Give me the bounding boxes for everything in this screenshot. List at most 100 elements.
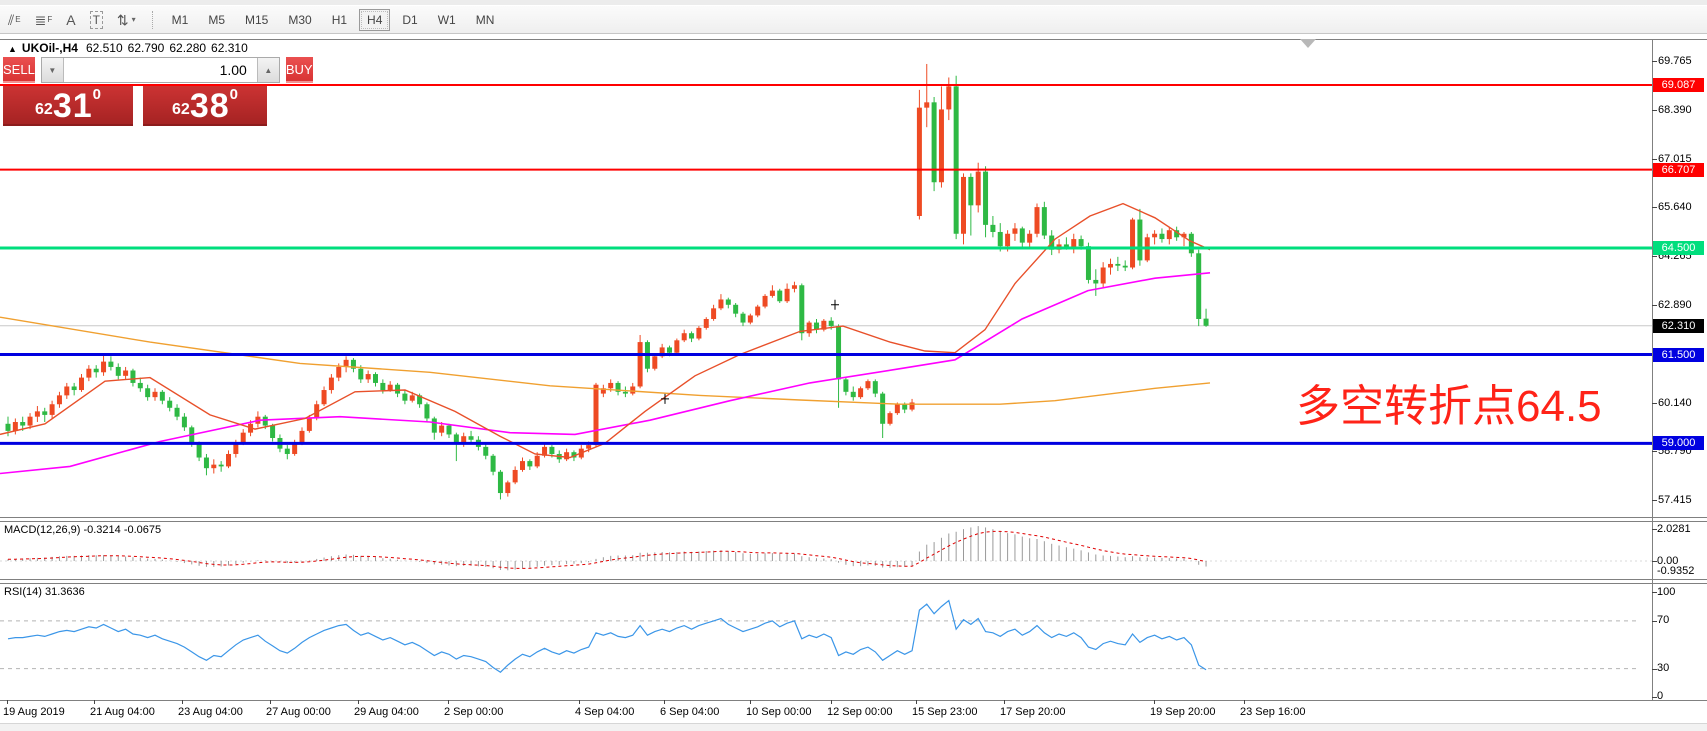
candle [123,371,128,376]
volume-decrease-button[interactable]: ▼ [42,58,64,82]
candle [880,394,885,424]
time-axis-label[interactable]: 23 Aug 04:00 [178,706,243,718]
time-axis-label[interactable]: 2 Sep 00:00 [444,706,503,718]
candle [946,86,951,109]
timeframe-M15[interactable]: M15 [237,9,276,31]
candle [424,404,429,418]
main-chart-bottom-border[interactable] [0,517,1707,518]
rsi-label: RSI(14) 31.3636 [4,586,85,598]
timeframe-H1[interactable]: H1 [324,9,355,31]
candle [696,328,701,339]
candle [792,285,797,289]
time-axis-label[interactable]: 6 Sep 04:00 [660,706,719,718]
chart-shift-marker-icon[interactable] [1300,39,1316,48]
timeframe-M5[interactable]: M5 [200,9,233,31]
candle [219,465,224,467]
candle [1012,228,1017,233]
ohlc-open: 62.510 [86,41,123,55]
candle [858,388,863,397]
candle [755,307,760,316]
candle [336,367,341,378]
rsi-axis-label: 100 [1657,586,1675,598]
time-axis-label[interactable]: 10 Sep 00:00 [746,706,811,718]
time-tickmark [831,700,832,704]
time-axis-label[interactable]: 21 Aug 04:00 [90,706,155,718]
time-axis-label[interactable]: 17 Sep 20:00 [1000,706,1065,718]
buy-price-sup: 0 [230,86,238,104]
time-axis-label[interactable]: 29 Aug 04:00 [354,706,419,718]
candle [829,321,834,326]
volume-input[interactable] [64,58,257,82]
time-axis-label[interactable]: 19 Sep 20:00 [1150,706,1215,718]
sell-price-big: 31 [53,89,93,123]
candle [1167,230,1172,239]
candle [608,383,613,388]
candle [130,371,135,383]
candle [873,381,878,393]
candle [79,378,84,390]
volume-spinner: ▼ ▲ [41,57,280,83]
sell-price-tile[interactable]: 62310 [3,86,133,126]
ohlc-low: 62.280 [169,41,206,55]
drawing-tools-group: ⫽E ≣F AT ⇅▾ [0,11,150,29]
time-axis-label[interactable]: 23 Sep 16:00 [1240,706,1305,718]
candle [527,461,532,466]
arrange-objects-tool-icon[interactable]: ⇅▾ [117,12,136,28]
price-tick-label: 60.140 [1658,397,1706,409]
timeframe-MN[interactable]: MN [468,9,503,31]
candle [1159,234,1164,239]
candle [594,385,599,445]
rsi-tickmark [1652,621,1657,622]
time-axis-label[interactable]: 15 Sep 23:00 [912,706,977,718]
timeframe-W1[interactable]: W1 [430,9,464,31]
time-axis-label[interactable]: 4 Sep 04:00 [575,706,634,718]
sell-button[interactable]: SELL [3,57,35,83]
timeframe-D1[interactable]: D1 [394,9,425,31]
timeframe-M30[interactable]: M30 [280,9,319,31]
timeframe-M1[interactable]: M1 [164,9,197,31]
one-click-trading-panel: SELL ▼ ▲ BUY 62310 62380 [3,57,293,126]
candlestick-series [6,64,1209,499]
time-tickmark [579,700,580,704]
candle [748,315,753,322]
candle [285,449,290,454]
toolbar-separator [152,11,154,29]
expand-arrow-icon[interactable]: ▲ [8,44,17,54]
candle [13,422,18,431]
buy-button[interactable]: BUY [286,57,313,83]
crosshair-draw-tool-icon[interactable]: ⫽E [8,12,21,28]
sell-price-prefix: 62 [35,97,53,123]
time-tickmark [916,700,917,704]
candle [402,394,407,401]
candle [785,289,790,301]
cross-marker[interactable] [831,300,839,310]
rsi-indicator-chart[interactable] [0,583,1652,700]
candle [358,369,363,380]
label-tool-icon[interactable]: A [66,12,75,28]
timeframe-H4[interactable]: H4 [359,9,390,31]
candle [549,447,554,454]
rsi-axis-label: 70 [1657,614,1669,626]
fibonacci-tool-icon[interactable]: ≣F [35,12,53,28]
time-tickmark [358,700,359,704]
candle [1086,246,1091,280]
time-axis-label[interactable]: 12 Sep 00:00 [827,706,892,718]
candle [204,458,209,469]
candle [763,296,768,307]
price-line-label: 64.500 [1653,241,1704,255]
time-tickmark [664,700,665,704]
candle [241,433,246,444]
volume-increase-button[interactable]: ▲ [257,58,279,82]
buy-price-tile[interactable]: 62380 [143,86,267,126]
candle [300,431,305,443]
toolbar: ⫽E ≣F AT ⇅▾ M1M5M15M30H1H4D1W1MN [0,6,1707,34]
candle [1035,207,1040,234]
macd-indicator-chart[interactable] [0,521,1652,579]
text-tool-icon[interactable]: T [90,11,103,29]
time-axis-label[interactable]: 27 Aug 00:00 [266,706,331,718]
price-line-label: 59.000 [1653,436,1704,450]
macd-panel-bottom-border[interactable] [0,579,1707,580]
price-tickmark [1652,61,1657,62]
time-axis-label[interactable]: 19 Aug 2019 [3,706,65,718]
price-line-label: 69.087 [1653,78,1704,92]
